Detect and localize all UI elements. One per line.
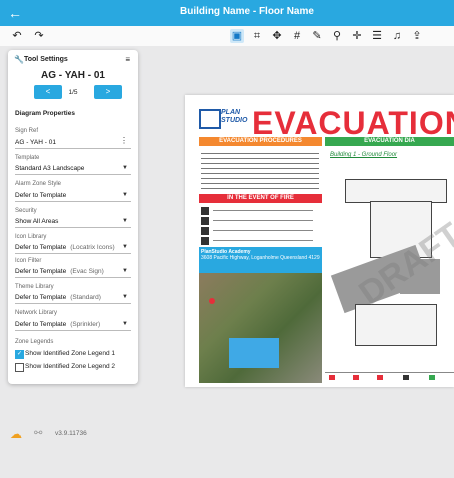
sheet-name: AG - YAH - 01 [41, 70, 105, 81]
icon-library-select[interactable]: Defer to Template (Locatrix Icons) [15, 244, 131, 254]
upload-icon[interactable]: ⇪ [410, 29, 424, 43]
planstudio-logo-icon [199, 109, 221, 129]
diagram-header: EVACUATION DIA [325, 137, 454, 146]
chevron-down-icon: ▼ [122, 192, 128, 198]
logo-text: PLAN STUDIO [221, 109, 247, 125]
headphones-icon[interactable]: ♫ [390, 29, 404, 43]
legend-bar [325, 372, 454, 384]
brush-icon[interactable]: ✎ [310, 29, 324, 43]
zone-legend-1-checkbox[interactable] [15, 350, 24, 359]
zone-legend-2-checkbox[interactable] [15, 363, 24, 372]
panel-title: Tool Settings [24, 56, 68, 63]
field-label: Icon Library [15, 234, 47, 240]
logo-line2: STUDIO [221, 117, 248, 124]
sign-ref-field[interactable]: AG - YAH - 01 [15, 139, 131, 149]
zone-legend-2-label: Show Identified Zone Legend 2 [25, 363, 115, 370]
security-select[interactable]: Show All Areas [15, 218, 131, 228]
chevron-down-icon: ▼ [122, 321, 128, 327]
race-step [201, 217, 321, 225]
academy-info: PlanStudio Academy 3608 Pacific Highway,… [199, 247, 322, 273]
toolbar: ↶ ↷ ▣ ⌗ ✥ # ✎ ⚲ ✛ ☰ ♫ ⇪ [0, 26, 454, 47]
race-step [201, 227, 321, 235]
chevron-down-icon: ▼ [122, 165, 128, 171]
fire-header: IN THE EVENT OF FIRE [199, 194, 322, 203]
no-link-icon[interactable]: ⚯ [34, 428, 42, 439]
chevron-down-icon: ▼ [122, 268, 128, 274]
status-bar: ☁ ⚯ v3.9.11736 [0, 420, 454, 448]
alarm-zone-style-select[interactable]: Defer to Template [15, 192, 131, 202]
field-label: Alarm Zone Style [15, 181, 62, 187]
hash-icon[interactable]: # [290, 29, 304, 43]
crop-icon[interactable]: ⌗ [250, 29, 264, 43]
chevron-down-icon: ▼ [122, 294, 128, 300]
title-bar: ← Building Name - Floor Name [0, 0, 454, 26]
section-title: Diagram Properties [15, 110, 75, 117]
chevron-down-icon: ▼ [122, 218, 128, 224]
chevron-down-icon: ▼ [122, 244, 128, 250]
grid-icon[interactable]: ✥ [270, 29, 284, 43]
field-label: Security [15, 208, 37, 214]
evacuation-diagram[interactable]: PLAN STUDIO EVACUATION EVACUATION PROCED… [185, 95, 454, 387]
race-step [201, 207, 321, 215]
zone-legends-label: Zone Legends [15, 339, 54, 345]
window-title: Building Name - Floor Name [180, 6, 314, 17]
procedure-lines [201, 149, 319, 193]
next-button[interactable]: > [94, 85, 122, 99]
location-pin-icon [209, 298, 215, 304]
eyedropper-icon[interactable]: ⚲ [330, 29, 344, 43]
zone-legend-1-label: Show Identified Zone Legend 1 [25, 350, 115, 357]
undo-icon[interactable]: ↶ [10, 29, 24, 43]
field-label: Icon Filter [15, 258, 42, 264]
tool-settings-panel: 🔧 Tool Settings ≡ AG - YAH - 01 < 1/5 > … [8, 50, 138, 384]
academy-address: 3608 Pacific Highway, Loganholme Queensl… [201, 255, 320, 261]
procedures-header: EVACUATION PROCEDURES [199, 137, 322, 146]
more-vert-icon[interactable]: ⋮ [120, 136, 128, 145]
theme-library-select[interactable]: Defer to Template (Standard) [15, 294, 131, 304]
logo-line1: PLAN [221, 109, 241, 116]
layers-icon[interactable]: ☰ [370, 29, 384, 43]
select-icon[interactable]: ▣ [230, 29, 244, 43]
field-label: Sign Ref [15, 128, 39, 134]
template-select[interactable]: Standard A3 Landscape [15, 165, 131, 175]
network-library-select[interactable]: Defer to Template (Sprinkler) [15, 321, 131, 331]
field-label: Theme Library [15, 284, 54, 290]
version-label: v3.9.11736 [55, 430, 87, 437]
race-step [201, 237, 321, 245]
redo-icon[interactable]: ↷ [32, 29, 46, 43]
cloud-icon[interactable]: ☁ [10, 427, 22, 441]
field-label: Network Library [15, 310, 58, 316]
icon-filter-select[interactable]: Defer to Template (Evac Sign) [15, 268, 131, 278]
field-label: Template [15, 155, 40, 161]
aerial-map [199, 273, 322, 383]
menu-icon[interactable]: ≡ [125, 55, 130, 64]
node-icon[interactable]: ✛ [350, 29, 364, 43]
